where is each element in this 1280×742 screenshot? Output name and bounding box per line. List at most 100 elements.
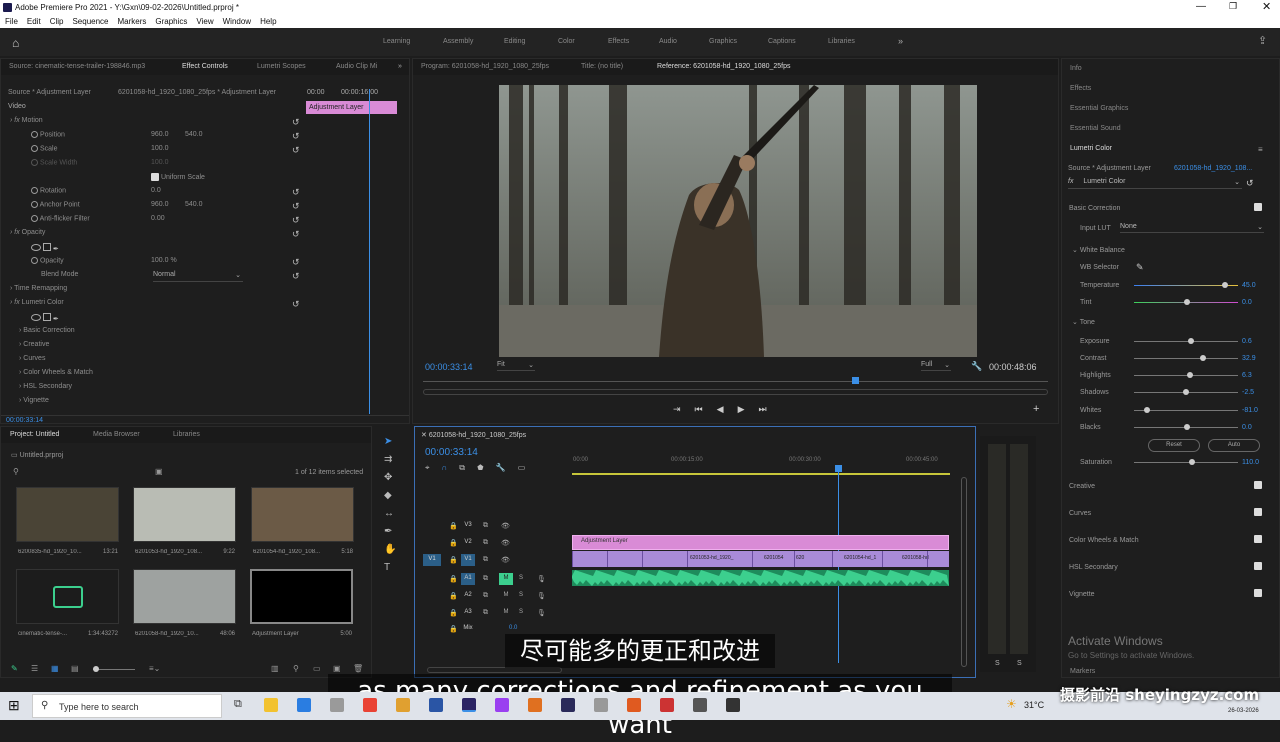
solo-button[interactable]: S: [519, 609, 523, 615]
lumetri-slider[interactable]: [1134, 372, 1238, 378]
solo-left[interactable]: S: [995, 660, 1000, 667]
saturation-slider[interactable]: [1134, 459, 1238, 465]
auto-button[interactable]: Auto: [1208, 439, 1260, 452]
section-hsl-secondary[interactable]: HSL Secondary: [1069, 564, 1118, 571]
lumetri-sequence[interactable]: 6201058-hd_1920_108...: [1174, 165, 1252, 172]
type-tool-icon[interactable]: T: [384, 562, 406, 580]
panel-lumetri-color[interactable]: Lumetri Color: [1070, 145, 1112, 152]
uniform-scale-checkbox[interactable]: [151, 173, 159, 181]
track-label-v2[interactable]: V2: [461, 537, 475, 549]
section-color-wheels-match[interactable]: Color Wheels & Match: [1069, 537, 1139, 544]
sync-lock-icon[interactable]: ⧉: [483, 592, 488, 600]
razor-tool-icon[interactable]: ◆: [384, 490, 406, 508]
timeline-tab[interactable]: ✕ 6201058-hd_1920_1080_25fps: [421, 431, 526, 439]
tab-audio-clip-mixer[interactable]: Audio Clip Mi: [336, 63, 377, 70]
menu-file[interactable]: File: [5, 17, 18, 26]
stopwatch-icon[interactable]: [31, 201, 38, 208]
mark-in-icon[interactable]: ⇥: [673, 404, 695, 414]
section-checkbox[interactable]: [1254, 508, 1262, 516]
project-item-thumbnail[interactable]: [133, 569, 236, 624]
sync-lock-icon[interactable]: ⧉: [483, 522, 488, 530]
slider-knob[interactable]: [93, 666, 99, 672]
taskbar-app-icon[interactable]: [462, 698, 476, 712]
ec-source-label[interactable]: Source * Adjustment Layer: [8, 89, 91, 103]
stopwatch-icon[interactable]: [31, 215, 38, 222]
menu-edit[interactable]: Edit: [27, 17, 41, 26]
taskbar-app-icon[interactable]: [627, 698, 641, 712]
section-checkbox[interactable]: [1254, 589, 1262, 597]
tab-reference[interactable]: Reference: 6201058-hd_1920_1080_25fps: [657, 63, 791, 70]
ellipse-mask-icon[interactable]: [31, 314, 41, 321]
pencil-icon[interactable]: ✎: [11, 664, 18, 673]
step-back-icon[interactable]: ⏮: [695, 404, 717, 414]
program-scrubber[interactable]: [423, 381, 1048, 382]
fx-icon[interactable]: › fx: [10, 117, 22, 124]
track-select-tool-icon[interactable]: ⇉: [384, 454, 406, 472]
taskbar-app-icon[interactable]: [429, 698, 443, 712]
close-icon[interactable]: ✕: [421, 432, 429, 439]
panel-essential-sound[interactable]: Essential Sound: [1070, 125, 1121, 132]
ellipse-mask-icon[interactable]: [31, 244, 41, 251]
reset-icon[interactable]: ↺: [292, 117, 300, 128]
workspace-effects[interactable]: Effects: [608, 38, 629, 45]
antiflicker-value[interactable]: 0.00: [151, 215, 165, 229]
rotation-value[interactable]: 0.0: [151, 187, 161, 201]
project-item-thumbnail[interactable]: [16, 487, 119, 542]
lock-icon[interactable]: 🔒: [449, 522, 458, 530]
tone-header[interactable]: ⌄ Tone: [1072, 318, 1095, 326]
marker-icon[interactable]: ⬟: [477, 463, 496, 472]
opacity-value[interactable]: 100.0 %: [151, 257, 177, 271]
settings-wrench-icon[interactable]: 🔧: [496, 463, 518, 472]
lock-icon[interactable]: 🔒: [449, 625, 458, 633]
video-frame[interactable]: [499, 85, 977, 357]
fx-icon[interactable]: › fx: [10, 229, 22, 236]
saturation-value[interactable]: 110.0: [1242, 459, 1259, 466]
blend-mode-select[interactable]: Normal ⌄: [153, 271, 243, 282]
mini-adjustment-clip[interactable]: Adjustment Layer: [306, 101, 397, 114]
project-item-thumbnail[interactable]: [133, 487, 236, 542]
lock-icon[interactable]: 🔒: [449, 592, 458, 600]
selection-tool-icon[interactable]: ➤: [384, 436, 406, 454]
microphone-icon[interactable]: 🎙: [537, 592, 546, 600]
project-item-thumbnail[interactable]: [16, 569, 119, 624]
ec-sequence-label[interactable]: 6201058-hd_1920_1080_25fps * Adjustment …: [118, 89, 276, 103]
track-label-v1[interactable]: V1: [461, 554, 475, 566]
track-label-a3[interactable]: A3: [461, 607, 475, 619]
sync-lock-icon[interactable]: ⧉: [483, 609, 488, 617]
pen-mask-icon[interactable]: ✒: [53, 246, 59, 253]
taskbar-app-icon[interactable]: [693, 698, 707, 712]
sync-lock-icon[interactable]: ⧉: [483, 556, 488, 564]
search-icon[interactable]: ⚲: [13, 467, 19, 476]
more-tabs-icon[interactable]: »: [398, 63, 402, 70]
lumetri-sub-item[interactable]: › HSL Secondary: [19, 383, 72, 397]
workspace-color[interactable]: Color: [558, 38, 575, 45]
lumetri-slider[interactable]: [1134, 407, 1238, 413]
v1-clip-label[interactable]: 6201054-hd_1: [844, 555, 876, 561]
tab-libraries[interactable]: Libraries: [173, 431, 200, 438]
icon-view-icon[interactable]: ▦: [51, 664, 59, 673]
lumetri-slider[interactable]: [1134, 338, 1238, 344]
program-timecode[interactable]: 00:00:33:14: [425, 362, 473, 372]
section-checkbox[interactable]: [1254, 481, 1262, 489]
wrench-icon[interactable]: 🔧: [971, 361, 982, 372]
captions-icon[interactable]: ▭: [518, 463, 538, 472]
trash-icon[interactable]: 🗑: [353, 664, 363, 673]
menu-view[interactable]: View: [196, 17, 213, 26]
stopwatch-icon[interactable]: [31, 131, 38, 138]
sort-icon[interactable]: ≡⌄: [149, 664, 160, 673]
task-view-icon[interactable]: ⧉: [234, 698, 242, 711]
slider-knob[interactable]: [1187, 372, 1193, 378]
freeform-view-icon[interactable]: ▤: [71, 664, 79, 673]
panel-essential-graphics[interactable]: Essential Graphics: [1070, 105, 1128, 112]
fx-icon[interactable]: › fx: [10, 299, 22, 306]
pen-mask-icon[interactable]: ✒: [53, 316, 59, 323]
slider-value[interactable]: -81.0: [1242, 407, 1258, 414]
slip-tool-icon[interactable]: ↔: [384, 508, 406, 526]
timeline-vertical-scroll[interactable]: [961, 477, 967, 667]
mute-button[interactable]: M: [499, 573, 513, 585]
home-icon[interactable]: ⌂: [12, 36, 19, 50]
mix-value[interactable]: 0.0: [509, 625, 517, 631]
snap-icon[interactable]: ∩: [442, 463, 460, 472]
mute-button[interactable]: M: [499, 590, 513, 602]
tab-effect-controls[interactable]: Effect Controls: [182, 63, 228, 70]
